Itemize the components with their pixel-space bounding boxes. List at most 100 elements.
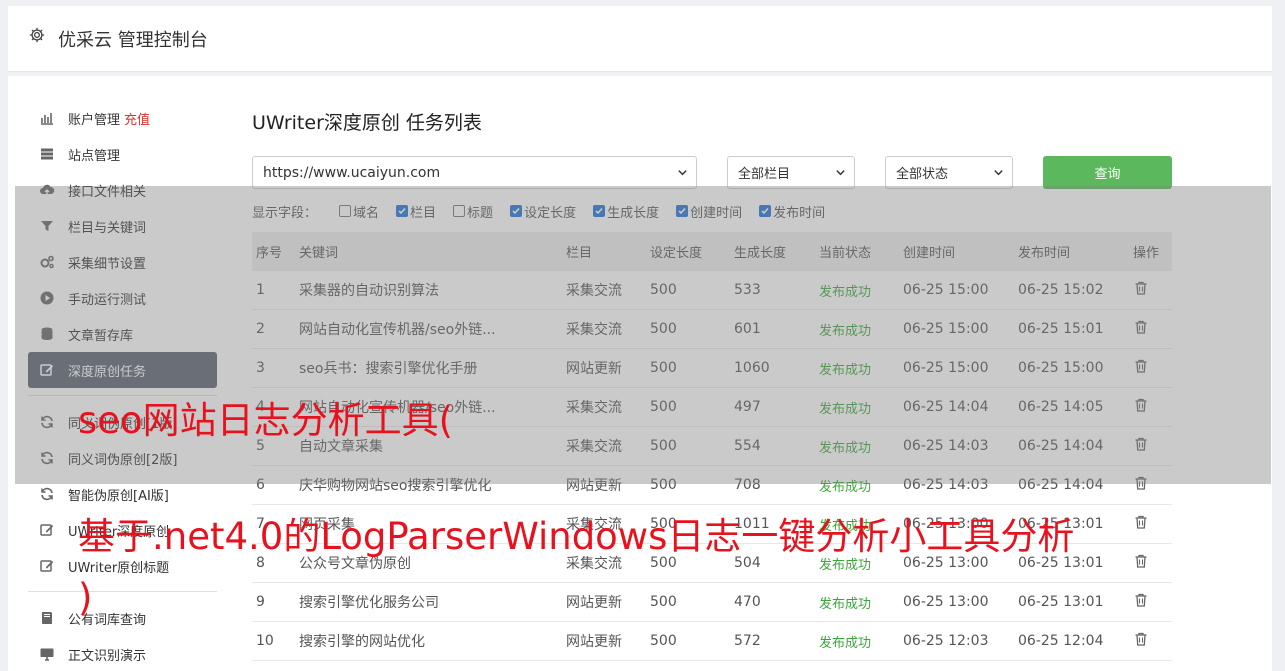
sidebar-item[interactable]: 同义词伪原创[2版] <box>28 440 217 476</box>
table-row: 10 搜索引擎的网站优化 网站更新 500 572 发布成功 06-25 12:03 06-2… <box>252 622 1172 661</box>
checkbox-icon[interactable] <box>453 205 466 217</box>
sidebar-item[interactable]: 正文识别演示 <box>28 636 217 671</box>
table-cell: 06-25 13:00 <box>903 594 989 610</box>
checkbox-icon[interactable] <box>339 205 352 217</box>
table-cell: 500 <box>650 321 677 337</box>
top-bar: 优采云 管理控制台 <box>8 6 1272 72</box>
column-header: 当前状态 <box>819 246 872 261</box>
recharge-link[interactable]: 充值 <box>124 109 150 128</box>
sidebar-divider <box>28 591 217 592</box>
delete-button[interactable] <box>1133 553 1172 573</box>
table-cell: 601 <box>734 321 761 337</box>
field-checkbox[interactable]: 发布时间 <box>759 202 825 221</box>
table-cell: seo兵书：搜索引擎优化手册 <box>299 361 478 377</box>
table-cell: 采集器的自动识别算法 <box>299 283 439 299</box>
sidebar-item-label: 账户管理 <box>68 112 121 128</box>
table-row: 2 网站自动化宣传机器/seo外链... 采集交流 500 601 发布成功 06-25 1… <box>252 310 1172 349</box>
field-checkbox[interactable]: 生成长度 <box>593 202 659 221</box>
delete-button[interactable] <box>1133 358 1172 378</box>
delete-button[interactable] <box>1133 475 1172 495</box>
sidebar-item-label: 采集细节设置 <box>68 256 147 272</box>
trash-icon <box>1135 476 1147 490</box>
site-select-value: https://www.ucaiyun.com <box>263 164 441 181</box>
field-checkbox-label: 域名 <box>353 205 380 221</box>
table-cell: 500 <box>650 477 677 493</box>
table-row: 9 搜索引擎优化服务公司 网站更新 500 470 发布成功 06-25 13:00 06-2… <box>252 583 1172 622</box>
status-badge: 发布成功 <box>819 479 872 495</box>
sidebar-item-label: 同义词伪原创[2版] <box>68 452 178 468</box>
delete-button[interactable] <box>1133 397 1172 417</box>
chevron-down-icon <box>836 170 845 176</box>
sidebar-item-label: 栏目与关键词 <box>68 220 147 236</box>
site-select[interactable]: https://www.ucaiyun.com <box>252 156 697 189</box>
sidebar-item[interactable]: 栏目与关键词 <box>28 208 217 244</box>
field-checkbox[interactable]: 设定长度 <box>510 202 576 221</box>
status-badge: 发布成功 <box>819 596 872 612</box>
sidebar-item[interactable]: 站点管理 <box>28 136 217 172</box>
table-cell: 06-25 14:04 <box>1018 438 1104 454</box>
sidebar-item-label: 接口文件相关 <box>68 184 147 200</box>
edit-icon <box>38 557 56 575</box>
table-cell: 06-25 14:03 <box>903 477 989 493</box>
display-fields-label: 显示字段： <box>252 205 318 221</box>
field-checkbox[interactable]: 域名 <box>339 202 379 221</box>
column-select[interactable]: 全部栏目 <box>727 156 855 189</box>
field-checkbox[interactable]: 栏目 <box>396 202 436 221</box>
column-header: 发布时间 <box>1018 246 1071 261</box>
status-select[interactable]: 全部状态 <box>885 156 1013 189</box>
gear-icon <box>29 27 45 43</box>
delete-button[interactable] <box>1133 514 1172 534</box>
overlay-text-line1: seo网站日志分析工具( <box>78 399 454 442</box>
sidebar-item[interactable]: 文章暂存库 <box>28 316 217 352</box>
sidebar-item[interactable]: 深度原创任务 <box>28 352 217 388</box>
page-title: UWriter深度原创 任务列表 <box>252 112 482 134</box>
delete-button[interactable] <box>1133 631 1172 651</box>
delete-button[interactable] <box>1133 319 1172 339</box>
table-cell: 网站更新 <box>566 361 622 377</box>
status-badge: 发布成功 <box>819 401 872 417</box>
sidebar-item[interactable]: 账户管理 充值 <box>28 100 217 136</box>
table-cell: 搜索引擎的网站优化 <box>299 634 425 650</box>
column-header: 序号 <box>256 246 283 261</box>
table-cell: 采集交流 <box>566 439 622 455</box>
table-cell: 06-25 15:01 <box>1018 321 1104 337</box>
checkbox-icon[interactable] <box>510 205 523 217</box>
play-icon <box>38 289 56 307</box>
column-header: 设定长度 <box>650 246 703 261</box>
table-cell: 06-25 14:03 <box>903 438 989 454</box>
bar-chart-icon <box>38 109 56 127</box>
table-row: 6 庆华购物网站seo搜索引擎优化 网站更新 500 708 发布成功 06-25 14:0… <box>252 466 1172 505</box>
field-checkbox[interactable]: 创建时间 <box>676 202 742 221</box>
table-cell: 470 <box>734 594 761 610</box>
checkbox-icon[interactable] <box>396 205 409 217</box>
table-cell: 06-25 15:02 <box>1018 282 1104 298</box>
delete-button[interactable] <box>1133 436 1172 456</box>
table-cell: 采集交流 <box>566 400 622 416</box>
console-title: 优采云 管理控制台 <box>58 30 208 51</box>
sidebar-item[interactable]: 采集细节设置 <box>28 244 217 280</box>
table-cell: 6 <box>256 477 265 493</box>
field-checkbox[interactable]: 标题 <box>453 202 493 221</box>
sidebar-item-label: 深度原创任务 <box>68 364 147 380</box>
status-badge: 发布成功 <box>819 362 872 378</box>
delete-button[interactable] <box>1133 280 1172 300</box>
table-cell: 06-25 12:04 <box>1018 633 1104 649</box>
delete-button[interactable] <box>1133 592 1172 612</box>
table-cell: 2 <box>256 321 265 337</box>
table-cell: 搜索引擎优化服务公司 <box>299 595 439 611</box>
trash-icon <box>1135 437 1147 451</box>
checkbox-icon[interactable] <box>676 205 689 217</box>
table-cell: 10 <box>256 633 274 649</box>
field-checkbox-label: 设定长度 <box>524 205 577 221</box>
column-header: 生成长度 <box>734 246 787 261</box>
refresh-icon <box>38 449 56 467</box>
query-button[interactable]: 查询 <box>1043 156 1172 189</box>
checkbox-icon[interactable] <box>759 205 772 217</box>
checkbox-icon[interactable] <box>593 205 606 217</box>
status-badge: 发布成功 <box>819 440 872 456</box>
sidebar-item[interactable]: 公有词库查询 <box>28 600 217 636</box>
gears-icon <box>38 253 56 271</box>
table-cell: 网站更新 <box>566 634 622 650</box>
sidebar-item[interactable]: 手动运行测试 <box>28 280 217 316</box>
sidebar-item[interactable]: 接口文件相关 <box>28 172 217 208</box>
